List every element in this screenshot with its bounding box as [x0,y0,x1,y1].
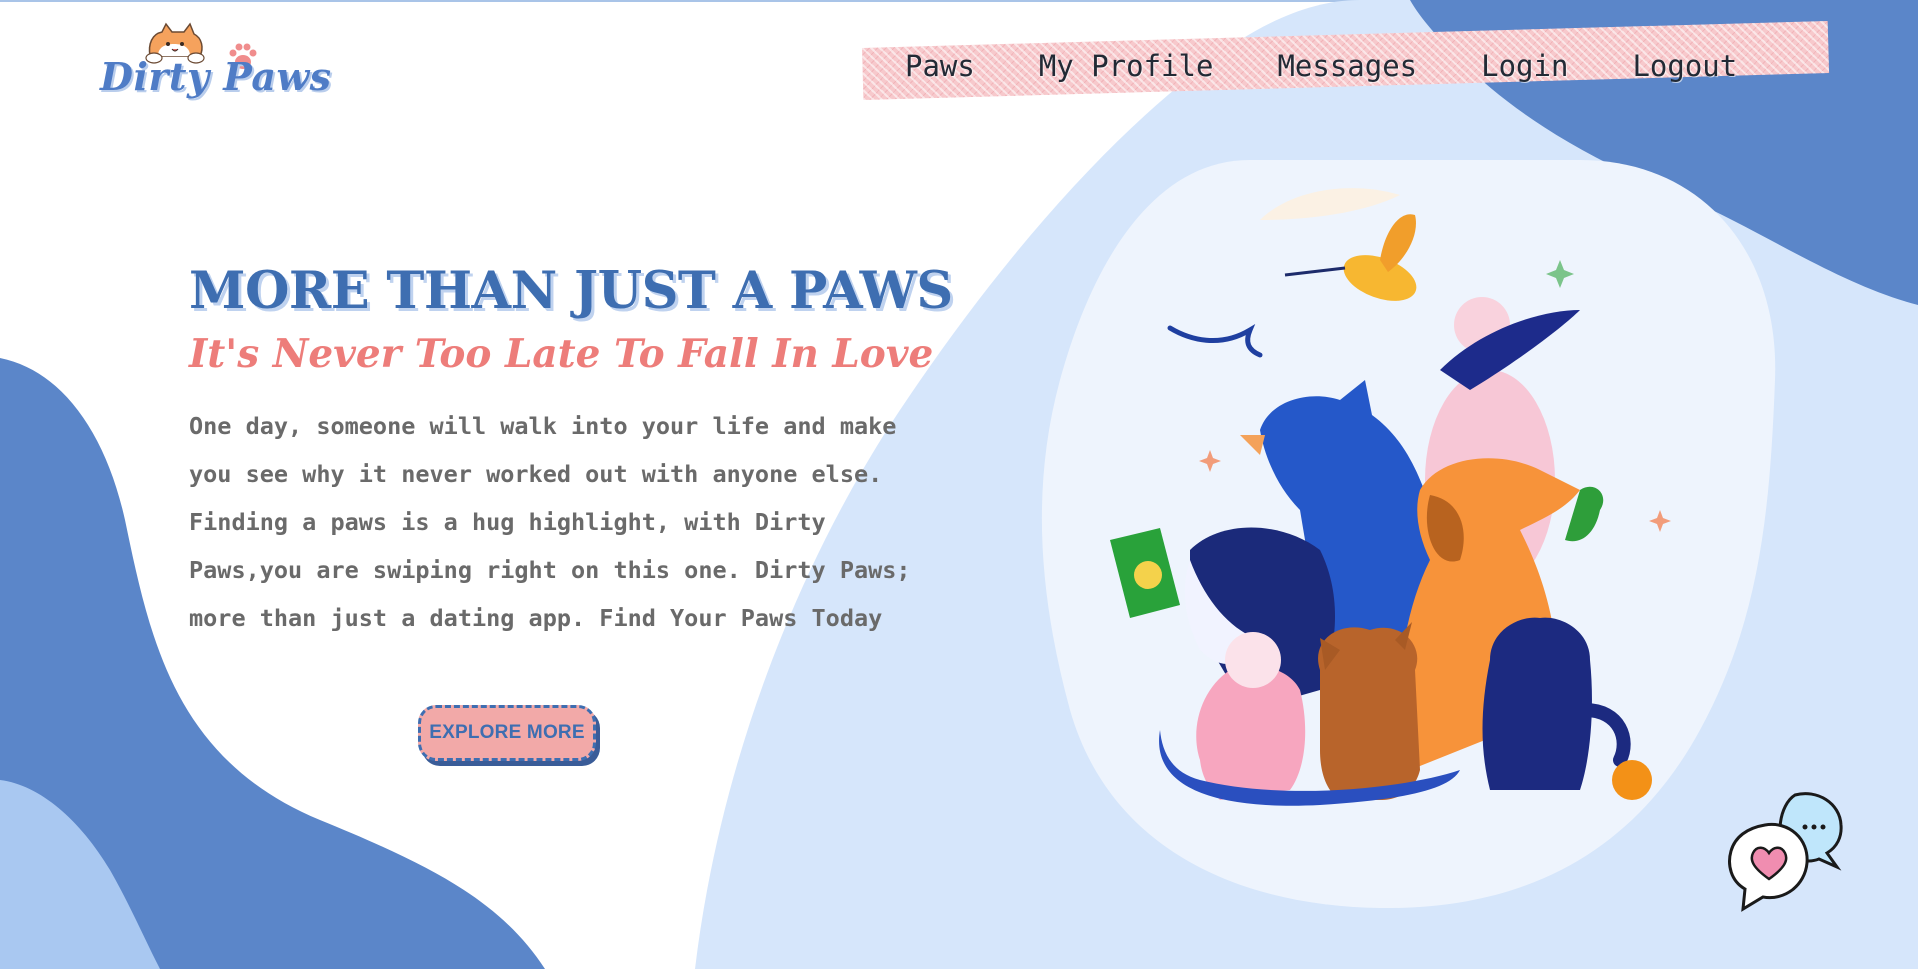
nav-link-my-profile[interactable]: My Profile [1039,44,1214,88]
chat-bubbles-heart-icon[interactable] [1725,785,1865,915]
explore-more-button[interactable]: EXPLORE MORE [418,705,596,761]
pets-illustration [1041,160,1776,909]
hero-title: MORE THAN JUST A PAWS [189,261,953,321]
logo[interactable]: Dirty Paws [100,22,332,112]
hero-section: MORE THAN JUST A PAWS It's Never Too Lat… [189,258,953,642]
nav-link-logout[interactable]: Logout [1632,44,1737,88]
nav-link-login[interactable]: Login [1481,44,1568,88]
nav-link-messages[interactable]: Messages [1277,44,1417,88]
hero-subtitle: It's Never Too Late To Fall In Love [189,331,934,377]
main-nav: Paws My Profile Messages Login Logout [905,44,1737,88]
hero-description: One day, someone will walk into your lif… [189,412,911,632]
nav-link-paws[interactable]: Paws [905,44,975,88]
logo-text: Dirty Paws [100,54,332,99]
